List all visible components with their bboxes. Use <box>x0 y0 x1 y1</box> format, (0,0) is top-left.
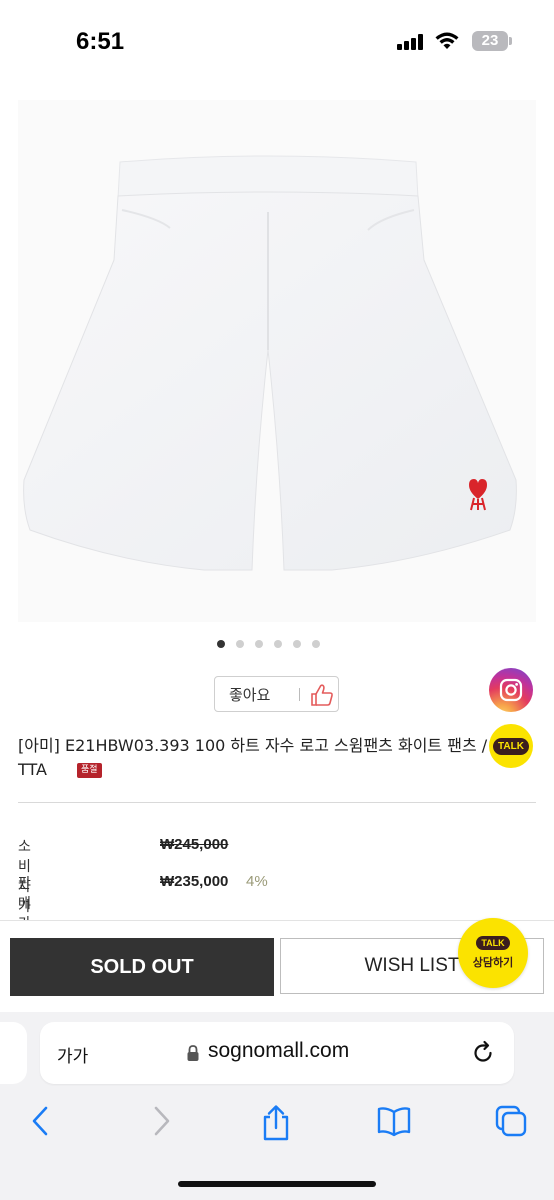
carousel-dot[interactable] <box>255 640 263 648</box>
talk-icon: TALK <box>493 737 529 755</box>
bookmarks-icon[interactable] <box>376 1104 412 1138</box>
status-time: 6:51 <box>76 28 125 55</box>
instagram-icon <box>499 678 523 702</box>
page-settings-button[interactable]: 가가 <box>57 1042 88 1067</box>
thumbs-up-icon <box>311 684 333 706</box>
divider <box>18 802 536 803</box>
wifi-icon <box>435 32 459 49</box>
battery-icon: 23 <box>472 31 508 51</box>
carousel-dot[interactable] <box>293 640 301 648</box>
address-bar[interactable]: 가가 sognomall.com <box>40 1022 514 1084</box>
previous-tab-edge[interactable] <box>0 1022 27 1084</box>
battery-nub <box>509 37 512 45</box>
like-button[interactable]: 좋아요 <box>214 676 339 712</box>
carousel-dot[interactable] <box>312 640 320 648</box>
consumer-price-value: ₩245,000 <box>160 836 229 853</box>
product-title: [아미] E21HBW03.393 100 하트 자수 로고 스윔팬츠 화이트 … <box>18 734 498 782</box>
back-icon[interactable] <box>30 1104 52 1138</box>
browser-toolbar <box>0 1100 554 1150</box>
home-indicator <box>178 1181 376 1187</box>
sold-out-badge: 품절 <box>76 763 102 778</box>
sale-price-value: ₩235,000 <box>160 873 229 890</box>
sold-out-button[interactable]: SOLD OUT <box>10 938 274 996</box>
forward-icon[interactable] <box>150 1104 172 1138</box>
like-label: 좋아요 <box>229 685 271 704</box>
talk-icon: TALK <box>476 936 510 950</box>
consult-label: 상담하기 <box>472 956 514 969</box>
kakao-consult-button[interactable]: TALK 상담하기 <box>458 918 528 988</box>
url-text[interactable]: sognomall.com <box>208 1039 349 1063</box>
carousel-dots <box>217 640 320 648</box>
carousel-dot[interactable] <box>274 640 282 648</box>
instagram-button[interactable] <box>489 668 533 712</box>
reload-icon[interactable] <box>470 1040 496 1066</box>
cellular-signal-icon <box>397 34 423 50</box>
shorts-illustration <box>23 155 517 571</box>
lock-icon <box>187 1045 199 1061</box>
tabs-icon[interactable] <box>494 1104 528 1138</box>
like-separator <box>299 688 300 701</box>
carousel-dot-active[interactable] <box>217 640 225 648</box>
browser-chrome: 가가 sognomall.com <box>0 1012 554 1200</box>
discount-rate: 4% <box>246 873 268 890</box>
product-image[interactable] <box>18 100 536 622</box>
share-icon[interactable] <box>260 1104 292 1142</box>
status-bar: 6:51 23 <box>0 0 554 84</box>
carousel-dot[interactable] <box>236 640 244 648</box>
